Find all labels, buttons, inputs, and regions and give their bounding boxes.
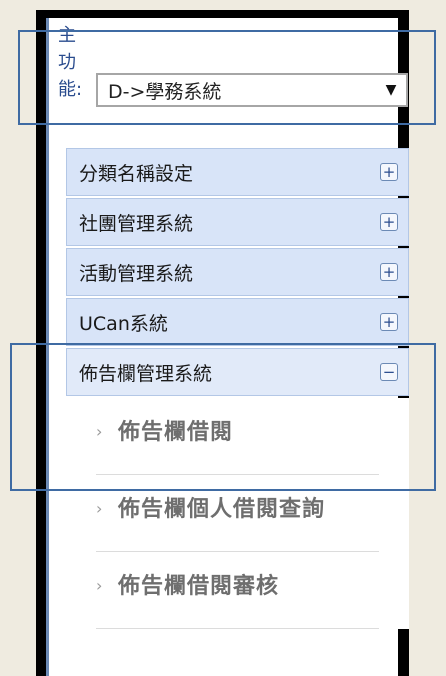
- menu-item-club-management[interactable]: 社團管理系統 +: [66, 198, 409, 246]
- menu-item-bulletin-board-management[interactable]: 佈告欄管理系統 −: [66, 348, 409, 396]
- menu-item-ucan-system[interactable]: UCan系統 +: [66, 298, 409, 346]
- submenu-item-borrow[interactable]: › 佈告欄借閱: [96, 398, 379, 475]
- menu-item-label: 社團管理系統: [79, 212, 194, 235]
- submenu-item-borrow-review[interactable]: › 佈告欄借閱審核: [96, 552, 379, 629]
- dropdown-selected-value: D->學務系統: [108, 80, 222, 103]
- main-function-selector: 主功能: D->學務系統 ▼: [52, 22, 414, 138]
- submenu-item-label[interactable]: 佈告欄借閱審核: [118, 568, 379, 606]
- chevron-right-icon: ›: [96, 422, 103, 441]
- menu-item-label: 活動管理系統: [79, 262, 194, 285]
- chevron-right-icon: ›: [96, 576, 103, 595]
- submenu-item-label[interactable]: 佈告欄借閱: [118, 414, 379, 452]
- menu-item-label: UCan系統: [79, 312, 168, 335]
- menu-item-label: 佈告欄管理系統: [79, 362, 213, 385]
- submenu-item-label[interactable]: 佈告欄個人借閱查詢: [118, 491, 379, 529]
- expand-icon[interactable]: +: [380, 313, 398, 331]
- collapse-icon[interactable]: −: [380, 363, 398, 381]
- accordion-menu: 分類名稱設定 + 社團管理系統 + 活動管理系統 + UCan系統 + 佈告欄管…: [66, 148, 409, 629]
- submenu-item-personal-query[interactable]: › 佈告欄個人借閱查詢: [96, 475, 379, 552]
- main-function-label: 主功能:: [58, 25, 83, 100]
- bulletin-submenu: › 佈告欄借閱 › 佈告欄個人借閱查詢 › 佈告欄借閱審核: [66, 398, 409, 629]
- chevron-down-icon[interactable]: ▼: [376, 82, 406, 98]
- expand-icon[interactable]: +: [380, 163, 398, 181]
- expand-icon[interactable]: +: [380, 213, 398, 231]
- menu-item-label: 分類名稱設定: [79, 162, 194, 185]
- menu-item-activity-management[interactable]: 活動管理系統 +: [66, 248, 409, 296]
- expand-icon[interactable]: +: [380, 263, 398, 281]
- menu-item-category-settings[interactable]: 分類名稱設定 +: [66, 148, 409, 196]
- main-function-dropdown[interactable]: D->學務系統 ▼: [96, 73, 408, 107]
- chevron-right-icon: ›: [96, 499, 103, 518]
